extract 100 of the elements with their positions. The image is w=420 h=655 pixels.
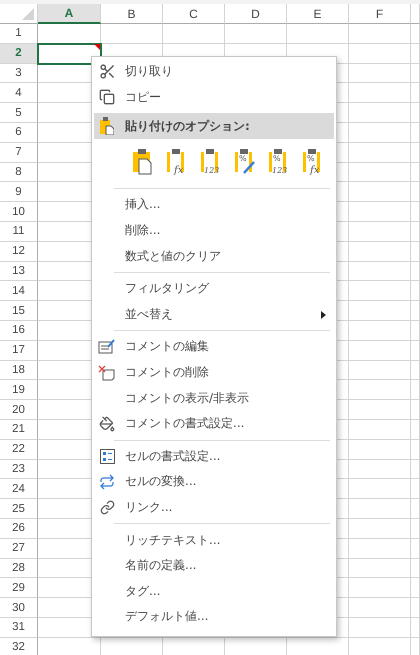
select-all-icon[interactable] [22, 8, 34, 20]
row-header[interactable]: 8 [0, 162, 38, 182]
row-header[interactable]: 25 [0, 499, 38, 519]
row-header[interactable]: 5 [0, 103, 38, 123]
row-header[interactable]: 19 [0, 380, 38, 400]
sheet-cell[interactable] [349, 142, 411, 163]
menu-item[interactable]: 並べ替え [92, 302, 336, 328]
sheet-cell[interactable] [411, 64, 420, 84]
menu-item[interactable]: 名前の定義... [92, 552, 336, 578]
sheet-cell[interactable] [411, 578, 420, 598]
sheet-cell[interactable] [349, 400, 411, 420]
sheet-cell[interactable] [411, 44, 420, 64]
row-header[interactable]: 27 [0, 538, 38, 559]
sheet-cell[interactable] [349, 262, 411, 282]
sheet-cell[interactable] [411, 360, 420, 380]
menu-item[interactable]: コメントの表示/非表示 [92, 385, 336, 411]
row-header[interactable]: 11 [0, 222, 38, 242]
sheet-cell[interactable] [349, 518, 411, 539]
row-header[interactable]: 1 [0, 24, 38, 44]
sheet-cell[interactable] [411, 262, 420, 282]
sheet-cell[interactable] [349, 24, 411, 44]
row-header[interactable]: 31 [0, 618, 38, 638]
sheet-cell[interactable] [411, 618, 420, 638]
sheet-cell[interactable] [349, 578, 411, 598]
sheet-cell[interactable] [349, 301, 411, 321]
row-header[interactable]: 6 [0, 122, 38, 143]
sheet-cell[interactable] [349, 558, 411, 578]
sheet-cell[interactable] [411, 122, 420, 143]
sheet-cell[interactable] [411, 380, 420, 400]
sheet-cell[interactable] [349, 242, 411, 262]
column-header[interactable]: A [38, 4, 101, 24]
sheet-cell[interactable] [411, 222, 420, 242]
sheet-cell[interactable] [411, 142, 420, 163]
menu-item[interactable]: セルの変換... [92, 469, 336, 495]
sheet-cell[interactable] [349, 122, 411, 143]
row-header[interactable]: 18 [0, 360, 38, 380]
sheet-cell[interactable] [411, 440, 420, 460]
row-header[interactable]: 2 [0, 44, 38, 64]
row-header[interactable]: 28 [0, 558, 38, 578]
sheet-cell[interactable] [411, 518, 420, 539]
menu-item[interactable]: リッチテキスト... [92, 527, 336, 553]
row-header[interactable]: 23 [0, 460, 38, 480]
row-header[interactable]: 20 [0, 400, 38, 420]
sheet-cell[interactable] [349, 182, 411, 202]
sheet-cell[interactable] [411, 281, 420, 302]
sheet-cell[interactable] [411, 320, 420, 341]
sheet-cell[interactable] [411, 400, 420, 420]
sheet-cell[interactable] [349, 499, 411, 519]
sheet-cell[interactable] [349, 103, 411, 123]
sheet-cell[interactable] [411, 558, 420, 578]
row-header[interactable]: 16 [0, 320, 38, 341]
menu-item[interactable]: タグ... [92, 578, 336, 604]
sheet-cell[interactable] [349, 360, 411, 380]
row-header[interactable]: 4 [0, 83, 38, 104]
sheet-cell[interactable] [411, 420, 420, 440]
row-header[interactable]: 22 [0, 440, 38, 460]
row-header[interactable]: 10 [0, 202, 38, 222]
row-header[interactable]: 24 [0, 479, 38, 500]
row-header[interactable]: 26 [0, 518, 38, 539]
menu-item[interactable]: 数式と値のクリア [92, 243, 336, 269]
row-header[interactable]: 13 [0, 262, 38, 282]
sheet-cell[interactable] [163, 24, 225, 44]
row-header[interactable]: 21 [0, 420, 38, 440]
menu-item[interactable]: コメントの削除 [92, 360, 336, 386]
sheet-cell[interactable] [411, 202, 420, 222]
sheet-cell[interactable] [411, 24, 420, 44]
menu-item[interactable]: コピー [92, 84, 336, 110]
sheet-cell[interactable] [349, 44, 411, 64]
row-header[interactable]: 15 [0, 301, 38, 321]
row-header[interactable]: 12 [0, 242, 38, 262]
sheet-cell[interactable] [411, 301, 420, 321]
sheet-cell[interactable] [349, 320, 411, 341]
row-header[interactable]: 17 [0, 340, 38, 361]
column-header[interactable]: B [101, 4, 163, 24]
menu-item[interactable]: 削除... [92, 218, 336, 244]
sheet-cell[interactable] [349, 83, 411, 104]
sheet-cell[interactable] [349, 202, 411, 222]
sheet-cell[interactable] [411, 103, 420, 123]
sheet-cell[interactable] [101, 24, 163, 44]
sheet-cell[interactable] [349, 162, 411, 182]
column-header[interactable]: C [163, 4, 225, 24]
sheet-cell[interactable] [349, 598, 411, 618]
sheet-cell[interactable] [411, 460, 420, 480]
sheet-cell[interactable] [349, 222, 411, 242]
sheet-cell[interactable] [349, 281, 411, 302]
menu-item[interactable]: コメントの編集 [92, 334, 336, 360]
sheet-cell[interactable] [225, 24, 287, 44]
sheet-cell[interactable] [349, 340, 411, 361]
row-header[interactable]: 14 [0, 281, 38, 302]
menu-item[interactable]: 切り取り [92, 59, 336, 85]
row-header[interactable]: 3 [0, 64, 38, 84]
sheet-cell[interactable] [349, 460, 411, 480]
sheet-cell[interactable] [411, 242, 420, 262]
sheet-cell[interactable] [411, 162, 420, 182]
sheet-cell[interactable] [411, 340, 420, 361]
sheet-cell[interactable] [411, 538, 420, 559]
menu-item[interactable]: 挿入... [92, 192, 336, 218]
sheet-cell[interactable] [349, 64, 411, 84]
sheet-cell[interactable] [349, 618, 411, 638]
sheet-cell[interactable] [411, 182, 420, 202]
